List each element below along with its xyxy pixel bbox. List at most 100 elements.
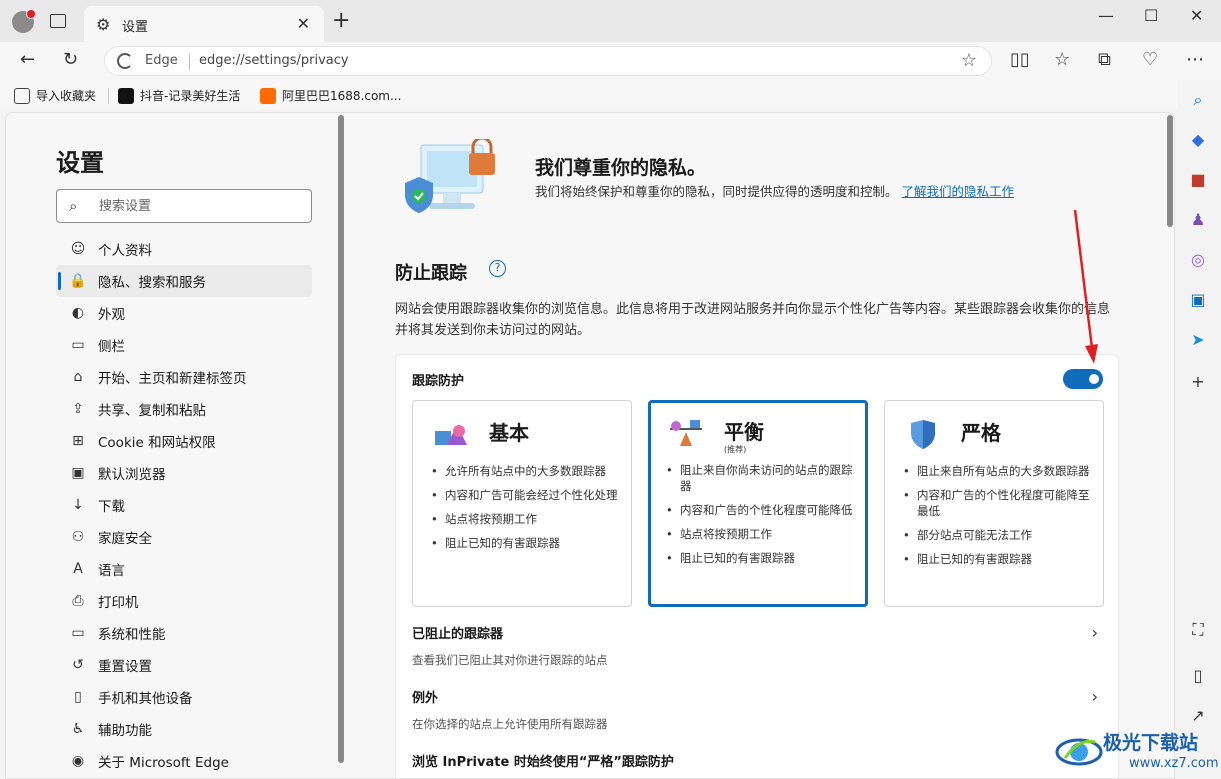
shopping-tag-icon[interactable]: ◆ [1188,130,1208,150]
close-tab-icon[interactable]: ✕ [297,14,310,33]
list-item: 允许所有站点中的大多数跟踪器 [431,463,621,479]
screenshot-icon[interactable]: ⛶ [1188,620,1208,640]
exceptions-row[interactable]: 例外 在你选择的站点上允许使用所有跟踪器 › [412,687,1102,732]
sidebar-item-15[interactable]: ▯ 手机和其他设备 [56,681,312,713]
minimize-button[interactable]: — [1098,6,1114,25]
microsoft365-icon[interactable]: ◎ [1188,250,1208,270]
games-icon[interactable]: ♟ [1188,210,1208,230]
nav-item-icon: A [73,561,83,577]
chevron-right-icon: › [1091,623,1098,642]
list-item: 内容和广告的个性化程度可能降低 [666,502,856,518]
close-window-button[interactable]: ✕ [1190,6,1203,25]
favorite-douyin[interactable]: 抖音-记录美好生活 [118,87,240,104]
nav-item-icon: ↺ [72,657,84,673]
privacy-panel: 我们尊重你的隐私。 我们将始终保护和尊重你的隐私，同时提供应得的透明度和控制。 … [351,113,1174,778]
sidebar-item-11[interactable]: A 语言 [56,553,312,585]
nav-item-icon: ◐ [71,305,85,321]
nav-scrollbar[interactable] [337,113,345,778]
favorite-import[interactable]: 导入收藏夹 [14,87,96,104]
favorites-icon[interactable]: ☆ [1054,50,1070,70]
collections-icon[interactable]: ⧉ [1098,50,1111,70]
sidebar-toggle-icon[interactable]: ▯ [1188,666,1208,686]
option-strict[interactable]: 严格 阻止来自所有站点的大多数跟踪器 内容和广告的个性化程度可能降至最低 部分站… [884,400,1104,607]
watermark-name: 极光下载站 [1103,732,1199,754]
main-scrollbar[interactable] [1166,113,1174,778]
search-box[interactable]: ⌕ [56,189,312,223]
sidebar-item-17[interactable]: ◉ 关于 Microsoft Edge [56,745,312,777]
maximize-button[interactable]: ☐ [1144,6,1158,25]
sidebar-item-16[interactable]: ♿ 辅助功能 [56,713,312,745]
tracking-prevention-toggle[interactable] [1063,369,1103,389]
alibaba-icon [260,87,276,104]
new-tab-button[interactable]: + [332,10,350,32]
divider [108,88,109,104]
nav-item-icon: ▣ [71,465,85,481]
tab-title: 设置 [122,20,149,35]
outlook-icon[interactable]: ▣ [1188,290,1208,310]
favorite-alibaba[interactable]: 阿里巴巴1688.com... [260,87,401,104]
scrollbar-thumb[interactable] [1167,115,1173,227]
sidebar-item-14[interactable]: ↺ 重置设置 [56,649,312,681]
favorite-star-icon[interactable]: ☆ [961,50,977,71]
back-icon[interactable]: ← [20,50,35,70]
sidebar-item-7[interactable]: ⊞ Cookie 和网站权限 [56,425,312,457]
sidebar-item-label: 家庭安全 [98,531,152,547]
scrollbar-thumb[interactable] [338,115,344,763]
sidebar-item-2[interactable]: 🔒 隐私、搜索和服务 [56,265,312,297]
browser-essentials-icon[interactable]: ♡ [1142,50,1158,70]
sidebar-item-4[interactable]: ▭ 侧栏 [56,329,312,361]
search-input[interactable] [99,196,299,216]
sidebar-item-10[interactable]: ⚇ 家庭安全 [56,521,312,553]
option-title: 基本 [489,421,529,445]
option-balanced[interactable]: 平衡 (推荐) 阻止来自你尚未访问的站点的跟踪器 内容和广告的个性化程度可能降低… [648,400,868,607]
favorite-label: 抖音-记录美好生活 [140,89,241,103]
more-menu-icon[interactable]: ⋯ [1186,50,1204,70]
sidebar-item-9[interactable]: ↓ 下载 [56,489,312,521]
tab-settings[interactable]: ⚙ 设置 ✕ [84,6,324,42]
row-title: 浏览 InPrivate 时始终使用“严格”跟踪防护 [412,755,674,770]
privacy-learn-more-link[interactable]: 了解我们的隐私工作 [902,184,1015,199]
send-icon[interactable]: ➤ [1188,330,1208,350]
tab-actions-icon[interactable] [50,14,66,28]
sidebar-item-5[interactable]: ⌂ 开始、主页和新建标签页 [56,361,312,393]
sidebar-item-label: 辅助功能 [98,723,152,739]
split-screen-icon[interactable]: ▯▯ [1010,50,1030,70]
sidebar-item-3[interactable]: ◐ 外观 [56,297,312,329]
title-bar: ⚙ 设置 ✕ + — ☐ ✕ [0,0,1221,42]
sidebar-item-12[interactable]: ⎙ 打印机 [56,585,312,617]
tools-icon[interactable]: ■ [1188,170,1208,190]
sidebar-item-1[interactable]: ☺ 个人资料 [56,233,312,265]
help-icon[interactable]: ? [489,260,506,277]
sidebar-item-label: 手机和其他设备 [98,691,193,707]
nav-item-icon: ⇪ [72,401,84,417]
search-icon[interactable]: ⌕ [1188,90,1208,110]
inprivate-strict-row[interactable]: 浏览 InPrivate 时始终使用“严格”跟踪防护 [412,751,1102,770]
hero-text: 我们将始终保护和尊重你的隐私，同时提供应得的透明度和控制。 [535,184,898,199]
list-item: 阻止已知的有害跟踪器 [903,551,1093,567]
option-bullets: 阻止来自你尚未访问的站点的跟踪器 内容和广告的个性化程度可能降低 站点将按预期工… [666,462,856,574]
section-title: 防止跟踪 [395,263,467,284]
watermark-logo-icon [1055,738,1103,766]
nav-item-icon: 🔒 [69,273,87,289]
add-sidebar-app-icon[interactable]: + [1188,372,1208,392]
shield-icon [911,420,935,449]
refresh-icon[interactable]: ↻ [63,50,78,70]
sidebar-item-label: 下载 [98,499,125,515]
section-description: 网站会使用跟踪器收集你的浏览信息。此信息将用于改进网站服务并向你显示个性化广告等… [395,302,1111,338]
nav-item-icon: ▭ [71,625,85,641]
url-text[interactable]: edge://settings/privacy [199,53,349,68]
row-title: 已阻止的跟踪器 [412,627,504,642]
nav-item-icon: ◉ [71,753,85,769]
list-item: 部分站点可能无法工作 [903,527,1093,543]
profile-avatar[interactable] [12,9,36,33]
chevron-right-icon: › [1091,687,1098,706]
option-bullets: 阻止来自所有站点的大多数跟踪器 内容和广告的个性化程度可能降至最低 部分站点可能… [903,463,1093,575]
blocked-trackers-row[interactable]: 已阻止的跟踪器 查看我们已阻止其对你进行跟踪的站点 › [412,623,1102,668]
sidebar-item-13[interactable]: ▭ 系统和性能 [56,617,312,649]
option-basic[interactable]: 基本 允许所有站点中的大多数跟踪器 内容和广告可能会经过个性化处理 站点将按预期… [412,400,632,607]
sidebar-item-label: Cookie 和网站权限 [98,435,216,451]
address-bar[interactable]: Edge edge://settings/privacy ☆ [104,46,992,76]
sidebar-item-6[interactable]: ⇪ 共享、复制和粘贴 [56,393,312,425]
sidebar-item-8[interactable]: ▣ 默认浏览器 [56,457,312,489]
search-icon: ⌕ [69,197,78,215]
